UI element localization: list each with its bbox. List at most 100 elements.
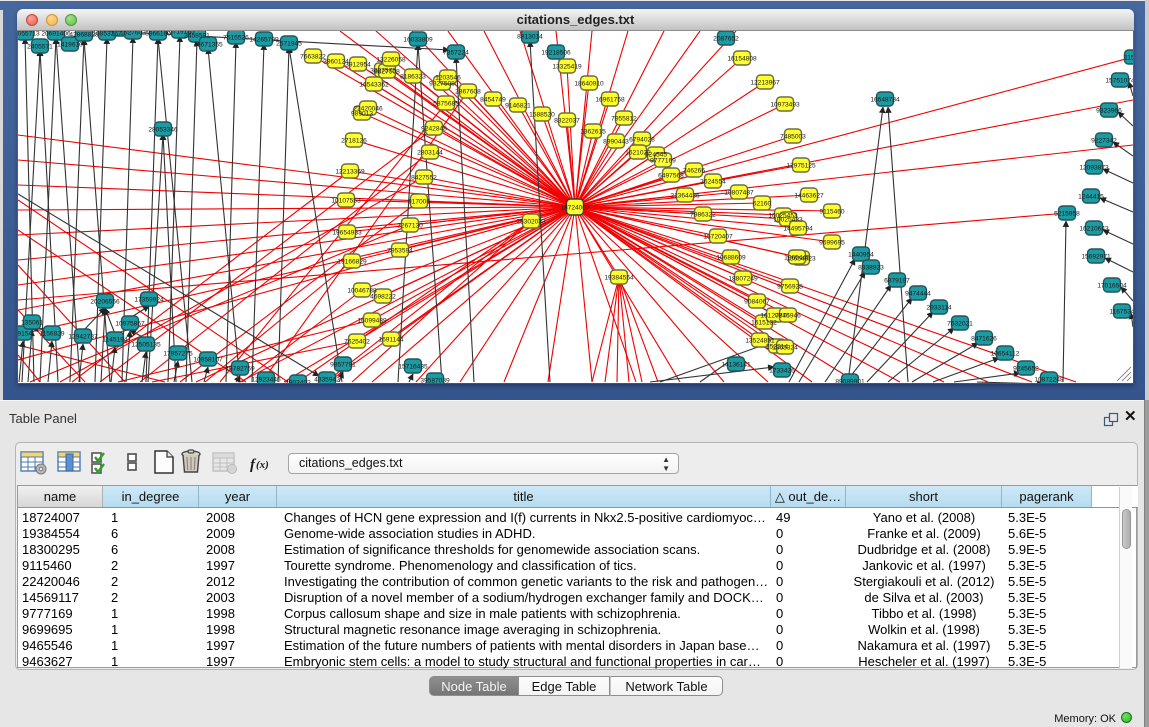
svg-text:4903402: 4903402 bbox=[285, 380, 311, 384]
svg-text:15720407: 15720407 bbox=[703, 234, 733, 241]
svg-text:7986322: 7986322 bbox=[690, 212, 716, 219]
svg-text:14136141: 14136141 bbox=[721, 362, 751, 369]
svg-text:1965324: 1965324 bbox=[772, 345, 798, 352]
svg-text:9227342: 9227342 bbox=[1091, 138, 1117, 145]
svg-text:10654112: 10654112 bbox=[991, 351, 1020, 358]
svg-text:7955812: 7955812 bbox=[611, 116, 637, 123]
svg-text:18724007: 18724007 bbox=[560, 205, 590, 212]
svg-text:8990443: 8990443 bbox=[603, 139, 629, 146]
svg-text:7357224: 7357224 bbox=[443, 50, 469, 57]
svg-text:1145194: 1145194 bbox=[102, 337, 128, 344]
svg-text:2803144: 2803144 bbox=[417, 150, 443, 157]
svg-text:2087652: 2087652 bbox=[713, 36, 739, 43]
svg-text:20691406: 20691406 bbox=[41, 31, 71, 38]
svg-text:13325419: 13325419 bbox=[552, 64, 582, 71]
svg-text:9827508: 9827508 bbox=[374, 69, 400, 76]
svg-text:3267130: 3267130 bbox=[397, 223, 423, 230]
svg-text:1733426: 1733426 bbox=[769, 368, 795, 375]
svg-text:13226058: 13226058 bbox=[376, 57, 406, 64]
svg-text:1440954: 1440954 bbox=[848, 252, 874, 259]
svg-text:17359924: 17359924 bbox=[134, 297, 164, 304]
svg-text:16154808: 16154808 bbox=[727, 56, 757, 63]
svg-text:21364436: 21364436 bbox=[670, 193, 700, 200]
svg-text:9323966: 9323966 bbox=[1096, 108, 1122, 115]
svg-text:3624554: 3624554 bbox=[700, 179, 726, 186]
svg-text:16210643: 16210643 bbox=[1079, 226, 1109, 233]
svg-text:9474444: 9474444 bbox=[905, 291, 931, 298]
svg-text:6794028: 6794028 bbox=[629, 137, 655, 144]
svg-text:7632021: 7632021 bbox=[947, 321, 973, 328]
svg-text:10958107: 10958107 bbox=[193, 357, 223, 364]
svg-text:17016504: 17016504 bbox=[1097, 283, 1127, 290]
svg-text:18807249: 18807249 bbox=[728, 276, 758, 283]
svg-text:7953594: 7953594 bbox=[387, 248, 413, 255]
svg-text:10688609: 10688609 bbox=[716, 255, 746, 262]
svg-text:19654933: 19654933 bbox=[332, 230, 362, 237]
svg-text:6497568: 6497568 bbox=[658, 173, 684, 180]
svg-text:9084067: 9084067 bbox=[744, 299, 770, 306]
svg-text:1167534: 1167534 bbox=[1109, 309, 1133, 316]
svg-text:16099489: 16099489 bbox=[357, 318, 387, 325]
svg-text:22420046: 22420046 bbox=[353, 106, 383, 113]
svg-text:12942737: 12942737 bbox=[68, 334, 98, 341]
svg-text:16671355: 16671355 bbox=[193, 42, 223, 49]
svg-text:7515526: 7515526 bbox=[223, 35, 249, 42]
svg-text:2867608: 2867608 bbox=[455, 89, 481, 96]
svg-text:39587039: 39587039 bbox=[420, 378, 450, 384]
svg-text:12213369: 12213369 bbox=[335, 169, 365, 176]
svg-text:1965445: 1965445 bbox=[784, 255, 810, 262]
svg-text:135061: 135061 bbox=[21, 320, 43, 327]
svg-text:14463627: 14463627 bbox=[794, 193, 824, 200]
svg-text:10807487: 10807487 bbox=[724, 190, 754, 197]
svg-text:9115460: 9115460 bbox=[819, 209, 845, 216]
svg-text:17957275: 17957275 bbox=[163, 351, 193, 358]
svg-text:9327508: 9327508 bbox=[429, 81, 455, 88]
svg-text:10872248: 10872248 bbox=[1034, 377, 1064, 384]
svg-text:4335942: 4335942 bbox=[314, 377, 340, 384]
svg-text:(x): (x) bbox=[256, 459, 269, 471]
svg-text:8471626: 8471626 bbox=[971, 336, 997, 343]
svg-text:12213967: 12213967 bbox=[750, 80, 780, 87]
svg-text:9756928: 9756928 bbox=[777, 284, 803, 291]
svg-text:9245652: 9245652 bbox=[1013, 366, 1039, 373]
svg-text:1244415: 1244415 bbox=[1078, 194, 1104, 201]
svg-text:8938923: 8938923 bbox=[858, 265, 884, 272]
svg-text:9857791: 9857791 bbox=[330, 362, 356, 369]
svg-text:1362615: 1362615 bbox=[580, 129, 606, 136]
svg-text:9777169: 9777169 bbox=[650, 158, 676, 165]
svg-text:10107553: 10107553 bbox=[331, 198, 361, 205]
svg-text:16961758: 16961758 bbox=[595, 97, 625, 104]
svg-text:39154: 39154 bbox=[18, 331, 32, 338]
svg-text:16033809: 16033809 bbox=[403, 37, 433, 44]
svg-text:746266: 746266 bbox=[683, 168, 705, 175]
svg-text:3912954: 3912954 bbox=[345, 62, 371, 69]
svg-text:8427552: 8427552 bbox=[411, 175, 437, 182]
svg-text:15692971: 15692971 bbox=[1081, 254, 1111, 261]
svg-text:2405571: 2405571 bbox=[27, 44, 53, 51]
svg-text:11513: 11513 bbox=[1124, 55, 1133, 62]
svg-text:18640910: 18640910 bbox=[574, 81, 604, 88]
svg-text:25302033: 25302033 bbox=[516, 219, 546, 226]
svg-text:16782759: 16782759 bbox=[225, 366, 255, 373]
svg-text:8186323: 8186323 bbox=[400, 74, 426, 81]
svg-text:89089901: 89089901 bbox=[835, 379, 865, 384]
svg-text:16648784: 16648784 bbox=[870, 97, 900, 104]
svg-text:14265799: 14265799 bbox=[249, 37, 279, 44]
svg-text:1203546: 1203546 bbox=[435, 75, 461, 82]
svg-text:1615132: 1615132 bbox=[751, 320, 777, 327]
svg-text:12923446: 12923446 bbox=[251, 377, 281, 384]
svg-text:1527602: 1527602 bbox=[120, 31, 146, 37]
svg-text:10975867: 10975867 bbox=[115, 321, 145, 328]
svg-text:19166829: 19166829 bbox=[337, 259, 367, 266]
svg-text:1419610: 1419610 bbox=[57, 42, 83, 49]
svg-text:7875946: 7875946 bbox=[775, 313, 801, 320]
svg-text:2933114: 2933114 bbox=[926, 305, 952, 312]
svg-text:12505135: 12505135 bbox=[131, 342, 161, 349]
svg-text:24055713: 24055713 bbox=[18, 31, 40, 38]
svg-text:1691144: 1691144 bbox=[378, 337, 404, 344]
svg-text:9242848: 9242848 bbox=[421, 126, 447, 133]
svg-text:6879197: 6879197 bbox=[884, 278, 910, 285]
svg-text:9146821: 9146821 bbox=[505, 103, 531, 110]
svg-text:62160: 62160 bbox=[753, 201, 772, 208]
svg-text:15716485: 15716485 bbox=[398, 364, 428, 371]
